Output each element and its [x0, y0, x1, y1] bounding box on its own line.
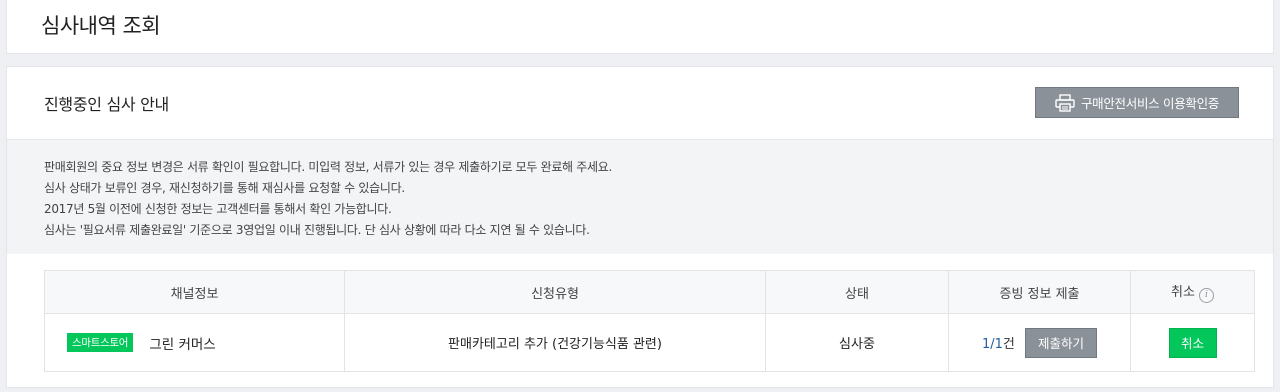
proof-count-unit: 건 — [1002, 337, 1015, 352]
notice-line: 판매회원의 중요 정보 변경은 서류 확인이 필요합니다. 미입력 정보, 서류… — [44, 160, 613, 174]
submit-button[interactable]: 제출하기 — [1025, 327, 1098, 358]
page-header: 심사내역 조회 — [6, 0, 1274, 54]
header-type: 신청유형 — [344, 270, 766, 314]
header-channel: 채널정보 — [44, 270, 345, 314]
notice-line: 심사는 '필요서류 제출완료일' 기준으로 3영업일 이내 진행됩니다. 단 심… — [44, 223, 590, 237]
header-proof: 증빙 정보 제출 — [948, 270, 1131, 314]
header-cancel: 취소 i — [1130, 270, 1255, 314]
notice-box: 판매회원의 중요 정보 변경은 서류 확인이 필요합니다. 미입력 정보, 서류… — [7, 140, 1273, 254]
smartstore-badge: 스마트스토어 — [67, 333, 134, 352]
review-table: 채널정보 신청유형 상태 증빙 정보 제출 취소 i 스마트스토어 그린 커머스 … — [44, 270, 1255, 372]
proof-cell: 1/1건 제출하기 — [948, 313, 1131, 372]
purchase-safety-certificate-button[interactable]: 구매안전서비스 이용확인증 — [1035, 87, 1239, 118]
review-panel: 진행중인 심사 안내 구매안전서비스 이용확인증 판매회원의 중요 정보 변경은… — [6, 66, 1274, 388]
request-type-cell: 판매카테고리 추가 (건강기능식품 관련) — [344, 313, 766, 372]
status-cell: 심사중 — [765, 313, 949, 372]
header-cancel-label: 취소 — [1171, 285, 1195, 300]
panel-header: 진행중인 심사 안내 구매안전서비스 이용확인증 — [7, 67, 1273, 140]
proof-count: 1/1건 — [982, 337, 1015, 352]
info-icon[interactable]: i — [1198, 288, 1214, 303]
channel-name: 그린 커머스 — [149, 336, 216, 353]
page-title: 심사내역 조회 — [41, 14, 161, 38]
printer-icon — [1055, 93, 1075, 112]
panel-title: 진행중인 심사 안내 — [44, 95, 169, 114]
cert-button-label: 구매안전서비스 이용확인증 — [1080, 96, 1220, 111]
table-row: 스마트스토어 그린 커머스 판매카테고리 추가 (건강기능식품 관련) 심사중 … — [44, 313, 1255, 372]
channel-cell: 스마트스토어 그린 커머스 — [44, 313, 345, 372]
notice-line: 2017년 5월 이전에 신청한 정보는 고객센터를 통해서 확인 가능합니다. — [44, 202, 392, 216]
cancel-cell: 취소 — [1130, 313, 1255, 372]
proof-count-value: 1/1 — [981, 337, 1003, 352]
header-status: 상태 — [765, 270, 949, 314]
notice-line: 심사 상태가 보류인 경우, 재신청하기를 통해 재심사를 요청할 수 있습니다… — [44, 181, 405, 195]
cancel-button[interactable]: 취소 — [1168, 327, 1217, 358]
table-header-row: 채널정보 신청유형 상태 증빙 정보 제출 취소 i — [44, 270, 1255, 314]
review-table-wrap: 채널정보 신청유형 상태 증빙 정보 제출 취소 i 스마트스토어 그린 커머스 … — [44, 270, 1255, 372]
